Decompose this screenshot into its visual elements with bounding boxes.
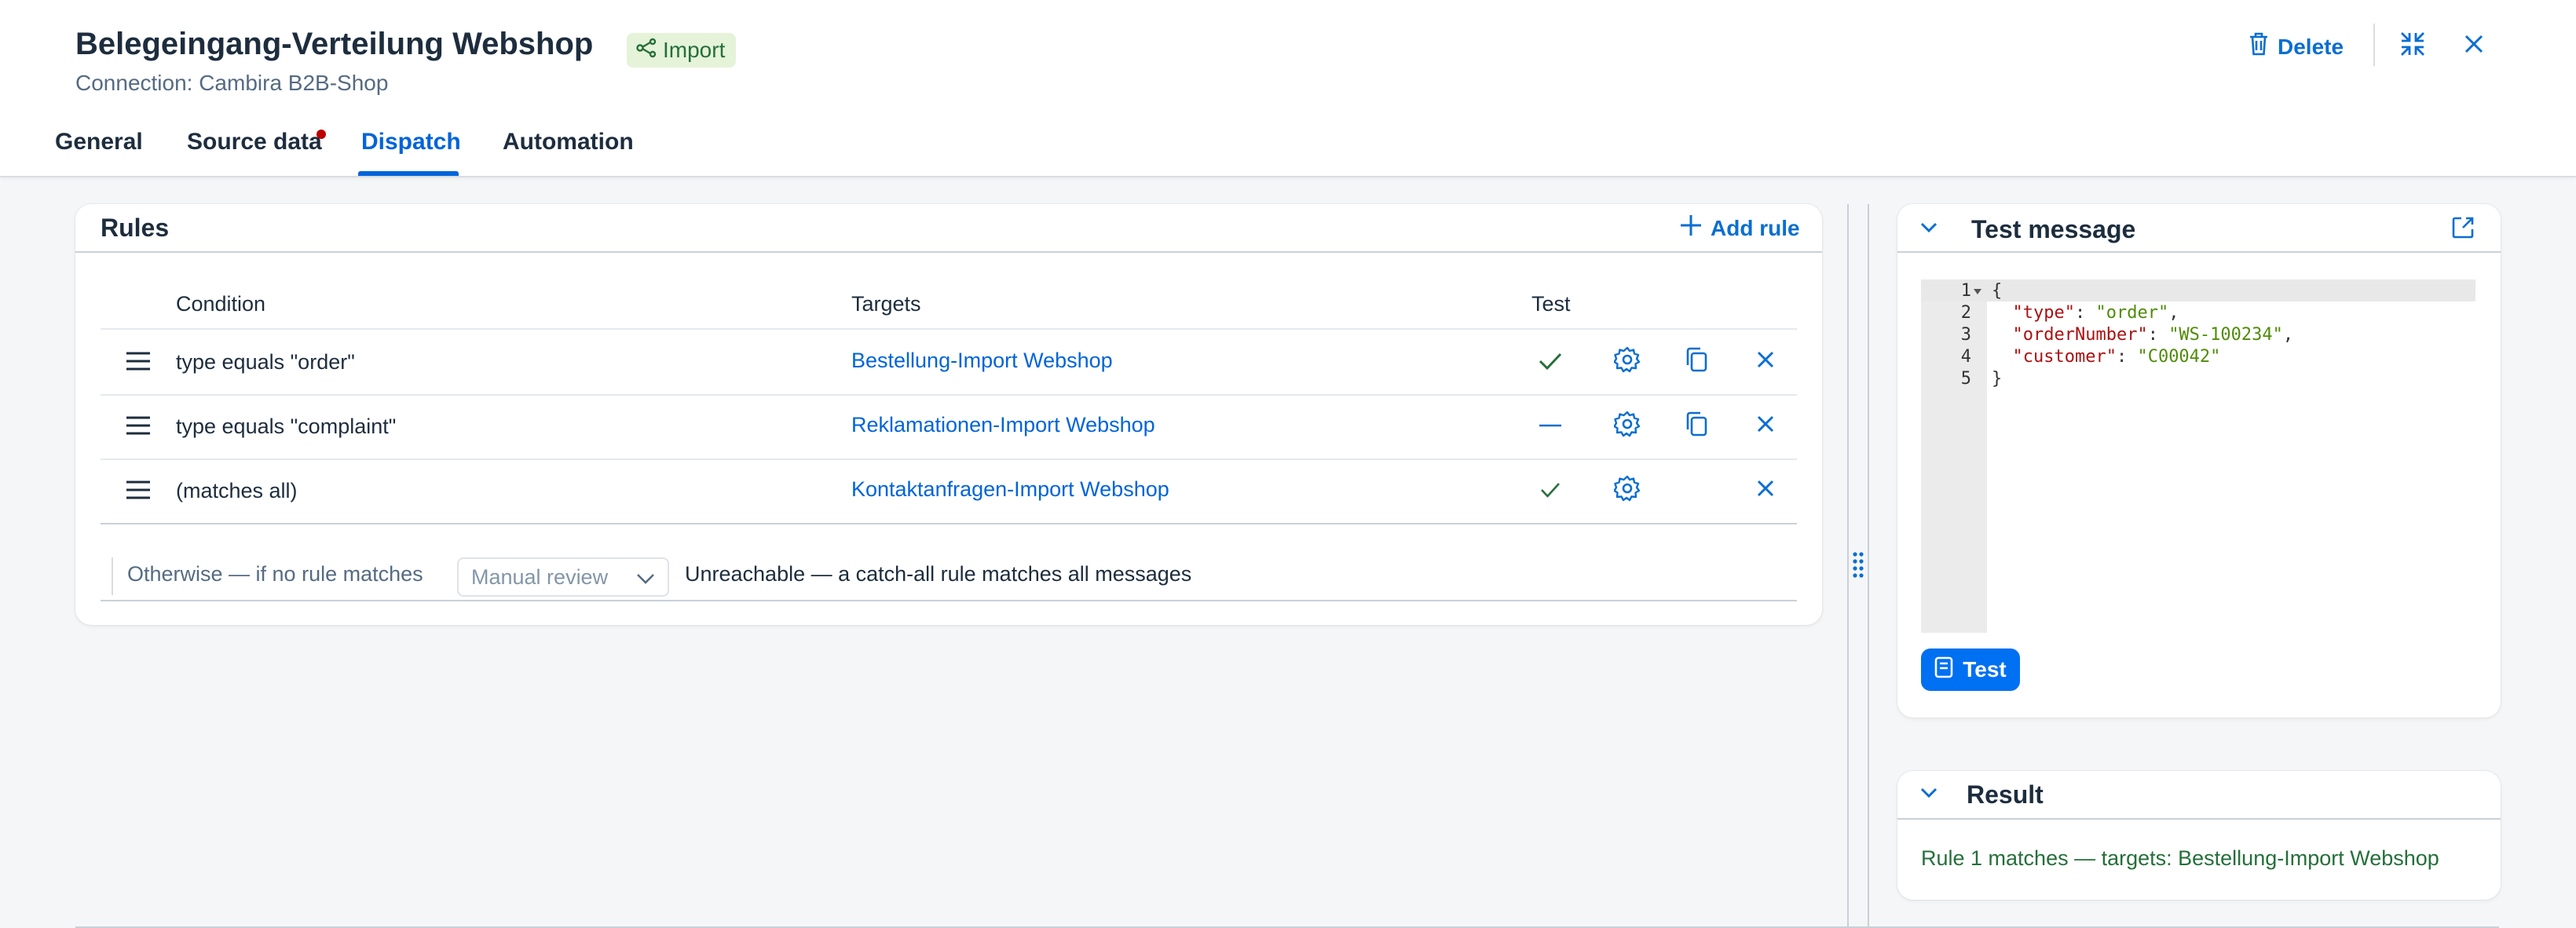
table-divider — [101, 328, 1797, 330]
required-indicator-dot — [317, 130, 326, 139]
remove-rule-button[interactable] — [1747, 342, 1784, 380]
code-line: "type": "order", — [2012, 303, 2179, 323]
row-divider — [101, 394, 1797, 396]
drag-handle-icon[interactable] — [119, 407, 157, 444]
trash-icon — [2248, 31, 2270, 62]
exit-fullscreen-button[interactable] — [2394, 27, 2431, 64]
grip-icon — [1850, 552, 1866, 584]
close-icon — [1756, 479, 1775, 502]
otherwise-select[interactable]: Manual review — [457, 557, 669, 597]
import-badge: Import — [627, 33, 737, 68]
line-number: 2 — [1960, 303, 1971, 323]
page-title: Belegeingang-Verteilung Webshop — [75, 27, 594, 61]
connection-subtitle: Connection: Cambira B2B-Shop — [75, 71, 389, 95]
rules-header-divider — [75, 251, 1822, 253]
exit-fullscreen-icon — [2399, 31, 2426, 61]
drag-handle-icon[interactable] — [119, 342, 157, 380]
rule-condition: type equals "order" — [176, 350, 355, 374]
close-button[interactable] — [2455, 27, 2493, 64]
copy-icon — [1685, 346, 1708, 377]
line-number: 1 — [1960, 281, 1971, 301]
code-line: "customer": "C00042" — [2012, 347, 2221, 367]
collapse-test-message-button[interactable] — [1910, 210, 1948, 248]
header-divider — [2373, 24, 2375, 66]
delete-button[interactable]: Delete — [2248, 31, 2344, 62]
open-external-icon — [2450, 215, 2475, 244]
badge-label: Import — [663, 38, 726, 62]
delete-label: Delete — [2278, 34, 2344, 59]
fold-arrow-icon[interactable] — [1973, 286, 1982, 300]
rule-condition: type equals "complaint" — [176, 415, 397, 438]
table-bottom-divider — [101, 523, 1797, 524]
rule-condition: (matches all) — [176, 479, 298, 502]
remove-rule-button[interactable] — [1747, 407, 1784, 444]
rule-target-link[interactable]: Bestellung-Import Webshop — [851, 349, 1113, 373]
rules-title: Rules — [101, 214, 170, 242]
check-icon — [1531, 342, 1569, 380]
close-icon — [1756, 350, 1775, 373]
code-line: } — [1992, 369, 2003, 389]
rule-target-link[interactable]: Reklamationen-Import Webshop — [851, 413, 1155, 437]
column-header-test: Test — [1531, 292, 1571, 316]
otherwise-divider — [101, 600, 1797, 601]
active-tab-indicator — [358, 171, 459, 176]
result-message: Rule 1 matches — targets: Bestellung-Imp… — [1921, 846, 2439, 870]
collapse-result-button[interactable] — [1910, 776, 1948, 813]
gear-icon — [1613, 346, 1641, 377]
otherwise-label: Otherwise — if no rule matches — [127, 562, 423, 586]
splitter-line-left — [1847, 204, 1849, 928]
copy-button[interactable] — [1678, 342, 1715, 380]
document-icon — [1934, 656, 1953, 684]
splitter-handle[interactable] — [1850, 550, 1866, 581]
chevron-down-icon — [1920, 787, 1937, 802]
row-divider — [101, 459, 1797, 460]
code-line: { — [1992, 281, 2003, 301]
code-line: "orderNumber": "WS-100234", — [2012, 325, 2294, 345]
settings-button[interactable] — [1608, 471, 1646, 509]
tab-source-data[interactable]: Source data — [187, 129, 322, 155]
active-line-highlight — [1921, 279, 2475, 301]
result-title: Result — [1967, 780, 2044, 809]
tab-automation[interactable]: Automation — [503, 129, 634, 155]
tab-general[interactable]: General — [55, 129, 143, 155]
result-divider — [1897, 818, 2501, 820]
splitter-line-right — [1868, 204, 1869, 928]
open-external-button[interactable] — [2444, 210, 2482, 248]
otherwise-marker — [112, 557, 113, 595]
copy-icon — [1685, 411, 1708, 441]
close-icon — [2463, 33, 2485, 59]
drag-handle-icon[interactable] — [119, 471, 157, 509]
line-number: 4 — [1960, 347, 1971, 367]
settings-button[interactable] — [1608, 407, 1646, 444]
share-icon — [636, 38, 657, 64]
column-header-targets: Targets — [851, 292, 921, 316]
settings-button[interactable] — [1608, 342, 1646, 380]
chevron-down-icon — [636, 565, 655, 590]
test-message-divider — [1897, 251, 2501, 253]
copy-button[interactable] — [1678, 407, 1715, 444]
add-rule-label: Add rule — [1711, 215, 1800, 240]
add-rule-button[interactable]: Add rule — [1679, 214, 1800, 243]
close-icon — [1756, 415, 1775, 437]
dash-icon — [1531, 407, 1569, 444]
test-button[interactable]: Test — [1921, 649, 2020, 691]
tab-dispatch[interactable]: Dispatch — [361, 129, 461, 155]
rule-target-link[interactable]: Kontaktanfragen-Import Webshop — [851, 477, 1169, 502]
otherwise-note: Unreachable — a catch-all rule matches a… — [685, 562, 1192, 586]
chevron-down-icon — [1920, 222, 1937, 237]
line-number: 5 — [1960, 369, 1971, 389]
test-button-label: Test — [1963, 657, 2007, 681]
remove-rule-button[interactable] — [1747, 471, 1784, 509]
line-number: 3 — [1960, 325, 1971, 345]
column-header-condition: Condition — [176, 292, 266, 316]
gear-icon — [1613, 411, 1641, 441]
test-message-title: Test message — [1971, 215, 2136, 243]
check-icon — [1531, 471, 1569, 509]
gear-icon — [1613, 475, 1641, 506]
otherwise-select-value: Manual review — [471, 564, 609, 589]
plus-icon — [1679, 214, 1703, 243]
